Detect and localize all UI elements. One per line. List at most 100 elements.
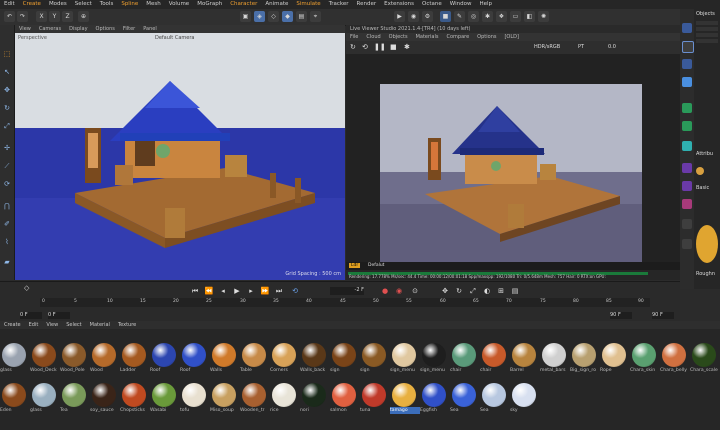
mat-menu-view[interactable]: View [42,321,62,329]
keyframe-selection-icon[interactable]: ⊙ [410,286,420,296]
material-swatch[interactable]: Walls_back [300,343,328,374]
viewport-menu-display[interactable]: Display [65,25,91,33]
menu-volume[interactable]: Volume [165,0,193,9]
octane-scatter-icon[interactable] [682,219,692,229]
go-start-icon[interactable]: ⏮ [190,286,200,296]
material-swatch[interactable]: tofu [180,383,208,414]
keyframe-icon[interactable]: ◇ [24,284,29,292]
octane-tag-icon[interactable] [682,163,692,173]
material-swatch[interactable]: Chopsticks [120,383,148,414]
material-swatch[interactable]: Rope [600,343,628,374]
next-key-icon[interactable]: ⏩ [260,286,270,296]
material-swatch[interactable]: Ladder [120,343,148,374]
menu-mesh[interactable]: Mesh [142,0,164,9]
kernel-select[interactable]: PT [578,44,584,50]
menu-character[interactable]: Character [226,0,261,9]
transform-icon[interactable]: ✢ [2,143,12,153]
material-swatch[interactable]: Roof [180,343,208,374]
material-swatch[interactable]: Eggfish [420,383,448,414]
object-row[interactable] [696,21,718,25]
material-swatch[interactable]: sign [330,343,358,374]
menu-modes[interactable]: Modes [45,0,71,9]
lv-menu-file[interactable]: File [346,33,362,41]
menu-window[interactable]: Window [446,0,476,9]
octane-camera-icon[interactable] [682,199,692,209]
timeline-window-icon[interactable]: ▤ [510,286,520,296]
mat-menu-texture[interactable]: Texture [114,321,140,329]
prev-key-icon[interactable]: ⏪ [204,286,214,296]
lv-menu-cloud[interactable]: Cloud [362,33,384,41]
menu-help[interactable]: Help [475,0,496,9]
knife-icon[interactable]: ⟋ [2,161,12,171]
material-swatch[interactable]: Table [240,343,268,374]
menu-tracker[interactable]: Tracker [325,0,353,9]
octane-env-icon[interactable] [682,181,692,191]
material-swatch[interactable]: tuna [360,383,388,414]
axis-y-button[interactable]: Y [49,11,60,22]
mat-menu-create[interactable]: Create [0,321,25,329]
material-swatch[interactable]: sky [510,383,538,414]
menu-select[interactable]: Select [71,0,96,9]
sculpt-icon[interactable]: ⌇ [2,237,12,247]
subdivision-icon[interactable]: ◎ [468,11,479,22]
material-swatch[interactable]: salmon [330,383,358,414]
menu-tools[interactable]: Tools [96,0,118,9]
material-swatch[interactable]: Chara_belly [660,343,688,374]
viewport-menu-panel[interactable]: Panel [139,25,161,33]
record-icon[interactable]: ● [380,286,390,296]
param-key-icon[interactable]: ◐ [482,286,492,296]
material-swatch[interactable]: Sea [450,383,478,414]
object-row[interactable] [696,39,718,43]
brush-icon[interactable]: ✐ [2,219,12,229]
play-icon[interactable]: ▶ [232,286,242,296]
magnet-icon[interactable]: ⋂ [2,201,12,211]
material-swatch[interactable]: Walls [210,343,238,374]
go-end-icon[interactable]: ⏭ [274,286,284,296]
viewport-menu-filter[interactable]: Filter [119,25,139,33]
menu-animate[interactable]: Animate [261,0,292,9]
material-swatch[interactable]: sign [360,343,388,374]
material-swatch[interactable]: Corners [270,343,298,374]
lv-menu-materials[interactable]: Materials [412,33,443,41]
rotate-icon[interactable]: ↻ [2,103,12,113]
next-frame-icon[interactable]: ▸ [246,286,256,296]
min-frame-field[interactable]: 0 F [48,312,70,319]
menu-render[interactable]: Render [353,0,381,9]
viewport-menu-cameras[interactable]: Cameras [35,25,65,33]
menu-simulate[interactable]: Simulate [292,0,324,9]
floor-icon[interactable]: ▭ [510,11,521,22]
editor-viewport[interactable]: View Cameras Display Options Filter Panel Per… [15,25,345,280]
light-icon[interactable]: ✺ [538,11,549,22]
material-swatch[interactable]: nori [300,383,328,414]
menu-spline[interactable]: Spline [117,0,142,9]
lv-menu-objects[interactable]: Objects [385,33,412,41]
material-swatch[interactable]: Wood_Deck [30,343,58,374]
material-swatch[interactable]: tamago [390,383,420,414]
exposure-field[interactable]: 0.0 [608,44,616,50]
material-swatch[interactable]: Wood [90,343,118,374]
select-icon[interactable]: ⬚ [2,49,12,59]
loop-icon[interactable]: ⟳ [2,179,12,189]
material-swatch[interactable]: Tea [60,383,88,414]
material-swatch[interactable]: Wood_Pole [60,343,88,374]
scale-icon[interactable]: ⤢ [2,121,12,131]
octane-icon[interactable] [682,103,692,113]
loop-icon[interactable]: ⟲ [290,286,300,296]
octane-light-icon[interactable] [682,141,692,151]
material-swatch[interactable]: sign_menu [390,343,418,374]
material-swatch[interactable]: Wooden_tr [240,383,268,414]
lv-pause-icon[interactable]: ❚❚ [374,43,386,51]
rotation-key-icon[interactable]: ↻ [454,286,464,296]
autokey-icon[interactable]: ◉ [394,286,404,296]
menu-mograph[interactable]: MoGraph [193,0,226,9]
mat-menu-material[interactable]: Material [86,321,114,329]
render-settings-icon[interactable]: ⚙ [422,11,433,22]
material-swatch[interactable]: chair [450,343,478,374]
render-picture-icon[interactable]: ◉ [408,11,419,22]
menu-octane[interactable]: Octane [418,0,446,9]
model-mode-icon[interactable]: ▣ [240,11,251,22]
deformer-icon[interactable]: ❖ [496,11,507,22]
lv-stop-icon[interactable]: ■ [390,43,397,51]
cloner-icon[interactable]: ✱ [482,11,493,22]
viewport-menu-view[interactable]: View [15,25,35,33]
